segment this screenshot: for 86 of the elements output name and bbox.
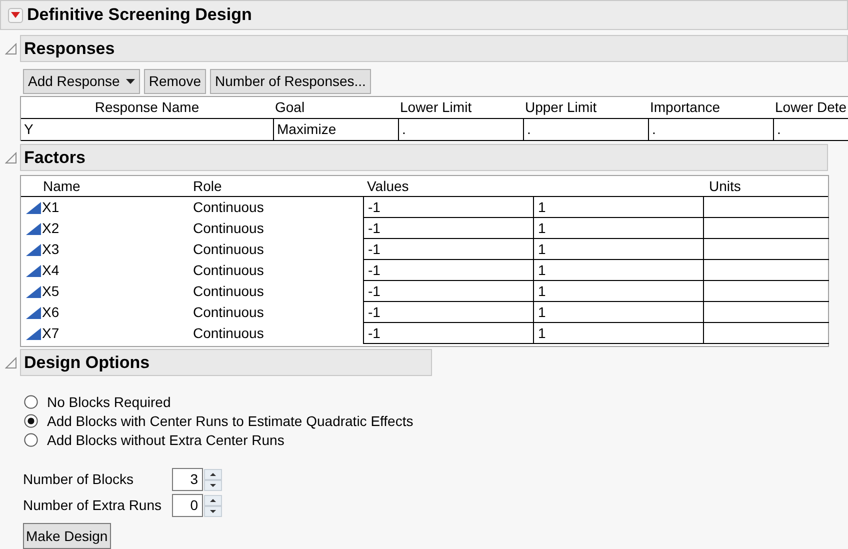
window-title: Definitive Screening Design (27, 4, 252, 26)
factor-name[interactable]: X6 (42, 302, 60, 323)
continuous-factor-icon (25, 264, 42, 278)
spin-down-button[interactable] (204, 480, 222, 490)
factor-name[interactable]: X2 (42, 218, 60, 239)
toolbar-button[interactable]: Remove (144, 69, 206, 94)
table-cell-text: Y (23, 120, 34, 139)
column-header: Goal (274, 98, 306, 117)
continuous-factor-icon (25, 326, 42, 340)
table-cell[interactable]: . (523, 119, 648, 140)
radio-button[interactable] (24, 414, 38, 428)
caret-icon (126, 79, 135, 84)
factor-name[interactable]: X1 (42, 197, 60, 218)
table-cell-text: Continuous (192, 261, 265, 280)
toolbar-button[interactable]: Number of Responses... (210, 69, 371, 94)
table-cell[interactable]: 1 (533, 302, 703, 323)
table-cell-text: Continuous (192, 198, 265, 217)
number-field[interactable]: 0 (172, 494, 203, 517)
table-cell[interactable] (703, 281, 829, 302)
table-cell[interactable]: -1 (363, 239, 533, 260)
collapse-icon[interactable] (5, 356, 17, 368)
radio-label[interactable]: Add Blocks without Extra Center Runs (47, 430, 284, 450)
make-design-button[interactable]: Make Design (23, 523, 111, 549)
column-header: Lower Dete (774, 98, 848, 117)
toolbar-button[interactable]: Add Response (23, 69, 140, 94)
column-header: Role (192, 176, 223, 196)
number-field[interactable]: 3 (172, 468, 203, 491)
continuous-factor-icon (25, 306, 42, 320)
table-cell[interactable]: . (773, 119, 848, 140)
table-cell[interactable]: 1 (533, 323, 703, 344)
column-header: Response Name (94, 98, 200, 117)
table-cell[interactable]: 1 (533, 197, 703, 218)
collapse-icon[interactable] (5, 42, 17, 54)
field-label: Number of Extra Runs (23, 496, 162, 515)
column-header: Importance (649, 98, 722, 117)
radio-button[interactable] (24, 433, 38, 447)
table-cell[interactable]: 1 (533, 281, 703, 302)
table-cell[interactable]: . (648, 119, 773, 140)
spin-up-button[interactable] (204, 468, 222, 480)
table-cell-text: Continuous (192, 282, 265, 301)
continuous-factor-icon (25, 242, 42, 256)
column-header: Name (42, 176, 82, 196)
column-header: Upper Limit (524, 98, 598, 117)
table-cell[interactable] (703, 239, 829, 260)
table-cell[interactable] (703, 323, 829, 344)
table-cell[interactable] (703, 302, 829, 323)
table-cell-text: Continuous (192, 240, 265, 259)
continuous-factor-icon (25, 284, 42, 298)
spin-up-button[interactable] (204, 494, 222, 506)
continuous-factor-icon (25, 200, 42, 214)
table-cell[interactable] (703, 260, 829, 281)
radio-label[interactable]: Add Blocks with Center Runs to Estimate Quadratic Effects (47, 410, 414, 432)
factor-name[interactable]: X7 (42, 323, 60, 344)
factor-name[interactable]: X3 (42, 239, 60, 260)
field-label: Number of Blocks (23, 470, 134, 489)
radio-label[interactable]: No Blocks Required (47, 392, 171, 412)
section-header[interactable]: Factors (20, 144, 828, 171)
section-header[interactable]: Responses (20, 35, 848, 62)
continuous-factor-icon (25, 222, 42, 236)
table-cell[interactable]: -1 (363, 218, 533, 239)
caret-icon (11, 12, 20, 18)
table-cell[interactable]: 1 (533, 260, 703, 281)
table-cell[interactable]: -1 (363, 197, 533, 218)
table-cell[interactable]: Maximize (273, 119, 398, 140)
table-cell[interactable]: 1 (533, 239, 703, 260)
factor-name[interactable]: X5 (42, 281, 60, 302)
table-cell[interactable]: -1 (363, 323, 533, 344)
spin-down-button[interactable] (204, 506, 222, 516)
table-cell[interactable] (703, 218, 829, 239)
table-cell[interactable]: -1 (363, 281, 533, 302)
table-cell[interactable]: . (398, 119, 523, 140)
factor-name[interactable]: X4 (42, 260, 60, 281)
column-header: Lower Limit (399, 98, 473, 117)
table-cell[interactable]: -1 (363, 260, 533, 281)
table-cell[interactable]: 1 (533, 218, 703, 239)
menu-button[interactable] (8, 8, 23, 22)
column-header: Units (708, 176, 742, 196)
section-header[interactable]: Design Options (20, 349, 432, 376)
table-cell[interactable] (703, 197, 829, 218)
table-cell-text: Continuous (192, 324, 265, 343)
collapse-icon[interactable] (5, 152, 17, 164)
radio-button[interactable] (24, 395, 38, 409)
column-header: Values (366, 176, 410, 196)
table-cell-text: Continuous (192, 219, 265, 238)
table-cell[interactable]: -1 (363, 302, 533, 323)
table-cell-text: Continuous (192, 303, 265, 322)
